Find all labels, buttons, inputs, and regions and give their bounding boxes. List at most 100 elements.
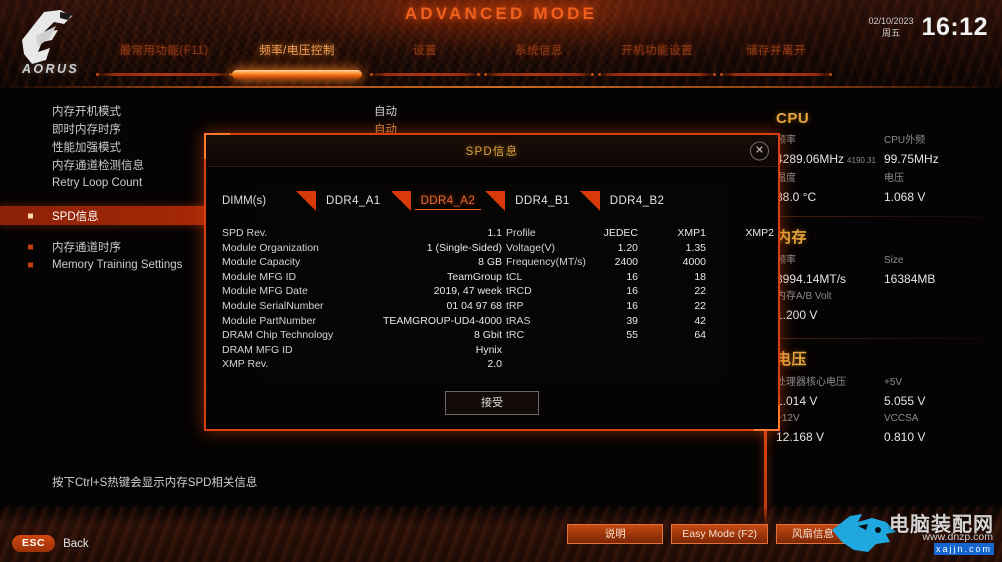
memory-spacer-value bbox=[884, 306, 1002, 324]
spd-key: Module MFG ID bbox=[222, 270, 297, 283]
spd-key: Module PartNumber bbox=[222, 314, 316, 327]
aorus-logo: AORUS bbox=[14, 6, 100, 78]
cpu-volt-label: 电压 bbox=[884, 173, 904, 184]
spd-value: 2019, 47 week bbox=[433, 285, 502, 298]
info-section-cpu: CPU 频率 CPU外频 4289.06MHz 4190.31 99.75MHz … bbox=[776, 110, 1002, 206]
spd-value: 1 (Single-Sided) bbox=[426, 241, 502, 254]
cpu-temp-value: 38.0 °C bbox=[776, 190, 817, 204]
tab-boot[interactable]: 开机功能设置 bbox=[598, 44, 716, 76]
setting-label: Retry Loop Count bbox=[52, 176, 143, 189]
profile-col-jedec: JEDEC bbox=[603, 227, 638, 239]
triangle-icon bbox=[485, 191, 506, 211]
memory-volt-value: 1.200 V bbox=[776, 308, 818, 322]
bullet-icon bbox=[28, 213, 33, 218]
vcore-label: 处理器核心电压 bbox=[776, 377, 846, 388]
profile-label: Profile bbox=[506, 227, 536, 239]
profile-key: Frequency(MT/s) bbox=[506, 256, 586, 269]
spd-profile-column: Profile JEDEC XMP1 XMP2 Voltage(V) 1.20 … bbox=[506, 227, 774, 344]
close-icon[interactable]: ✕ bbox=[750, 141, 769, 160]
tab-frequency-voltage[interactable]: 频率/电压控制 bbox=[232, 44, 362, 79]
info-section-voltage: 电压 处理器核心电压 +5V 1.014 V 5.055 V +12V VCCS… bbox=[776, 348, 1002, 446]
spd-key: DRAM Chip Technology bbox=[222, 329, 334, 342]
spd-value: TEAMGROUP-UD4-4000 bbox=[382, 314, 502, 327]
cpu-freq-main: 4289.06MHz bbox=[776, 152, 845, 166]
setting-row-memory-boot-mode[interactable]: 内存开机模式 自动 bbox=[0, 102, 760, 119]
watermark-url: www.dnzp.com bbox=[922, 531, 993, 543]
header-bar: ADVANCED MODE AORUS 最常用功能(F11) 频率/电压控制 设… bbox=[0, 0, 1002, 88]
tab-underline bbox=[598, 73, 716, 76]
dimm-slot-ddr4-b1[interactable]: DDR4_B1 bbox=[509, 193, 576, 209]
info-section-memory: 内存 频率 Size 3994.14MT/s 16384MB 内存A/B Vol… bbox=[776, 226, 1002, 324]
tab-favorites-label: 最常用功能(F11) bbox=[119, 45, 209, 57]
triangle-icon bbox=[390, 191, 411, 211]
esc-back-control[interactable]: ESC Back bbox=[12, 535, 89, 552]
spd-detail-column: SPD Rev. 1.1 Module Organization 1 (Sing… bbox=[222, 227, 502, 373]
profile-jedec-value: 16 bbox=[626, 299, 638, 312]
cpu-bclk-value: 99.75MHz bbox=[884, 152, 939, 166]
profile-xmp1-value: 1.35 bbox=[685, 241, 706, 254]
setting-label: 内存通道检测信息 bbox=[52, 159, 144, 172]
spd-value: 1.1 bbox=[487, 227, 502, 239]
profile-key: tRAS bbox=[506, 314, 531, 327]
v5-label: +5V bbox=[884, 377, 903, 388]
accept-button[interactable]: 接受 bbox=[445, 391, 539, 415]
footer-bar: ESC Back 说明 Easy Mode (F2) 风扇信息 (F6) 电脑装… bbox=[0, 506, 1002, 562]
tab-settings[interactable]: 设置 bbox=[370, 44, 480, 76]
setting-label: Memory Training Settings bbox=[52, 258, 183, 271]
tab-system-info[interactable]: 系统信息 bbox=[484, 44, 594, 76]
memory-size-label: Size bbox=[884, 255, 904, 266]
advanced-mode-title: ADVANCED MODE bbox=[404, 4, 598, 23]
spd-key: XMP Rev. bbox=[222, 358, 269, 371]
esc-back-label: Back bbox=[63, 537, 89, 550]
setting-value: 自动 bbox=[374, 105, 397, 118]
tab-system-info-label: 系统信息 bbox=[515, 45, 563, 57]
dimm-label: DIMM(s) bbox=[222, 195, 267, 207]
info-divider bbox=[776, 338, 988, 339]
dimm-slot-ddr4-a1[interactable]: DDR4_A1 bbox=[320, 193, 387, 209]
profile-jedec-value: 2400 bbox=[614, 256, 638, 269]
dialog-title: SPD信息 bbox=[465, 145, 519, 158]
profile-row-voltage: Voltage(V) 1.20 1.35 bbox=[506, 242, 768, 257]
triangle-icon bbox=[296, 191, 316, 211]
setting-label: 内存开机模式 bbox=[52, 105, 121, 118]
spd-value: 8 Gbit bbox=[473, 329, 502, 342]
dimm-selector-row: DIMM(s) DDR4_A1 DDR4_A2 DDR4_B1 DDR4_B2 bbox=[206, 181, 778, 221]
dialog-titlebar: SPD信息 ✕ bbox=[206, 135, 778, 167]
spd-row: Module Organization 1 (Single-Sided) bbox=[222, 242, 502, 257]
watermark-domain: xajjn.com bbox=[933, 543, 994, 555]
dimm-slot-ddr4-a2[interactable]: DDR4_A2 bbox=[414, 193, 482, 210]
spd-data-area: SPD Rev. 1.1 Module Organization 1 (Sing… bbox=[206, 227, 778, 395]
profile-key: tRP bbox=[506, 299, 524, 312]
tab-save-exit[interactable]: 储存并离开 bbox=[720, 44, 832, 76]
footer-buttons: 说明 Easy Mode (F2) 风扇信息 (F6) bbox=[567, 524, 872, 544]
tab-favorites[interactable]: 最常用功能(F11) bbox=[96, 44, 232, 76]
memory-size-value: 16384MB bbox=[884, 272, 936, 286]
dimm-slot-ddr4-b2[interactable]: DDR4_B2 bbox=[604, 193, 671, 209]
help-button[interactable]: 说明 bbox=[567, 524, 664, 544]
spd-key: Module Capacity bbox=[222, 256, 301, 269]
bios-screen: ADVANCED MODE AORUS 最常用功能(F11) 频率/电压控制 设… bbox=[0, 0, 1002, 562]
bullet-icon bbox=[28, 244, 33, 249]
spd-value: 01 04 97 68 bbox=[446, 299, 502, 312]
easy-mode-button[interactable]: Easy Mode (F2) bbox=[671, 524, 768, 544]
main-tabs: 最常用功能(F11) 频率/电压控制 设置 系统信息 开机功能设置 储存并离开 bbox=[96, 44, 832, 79]
spd-value: Hynix bbox=[475, 343, 502, 356]
triangle-icon bbox=[579, 191, 600, 211]
profile-header-row: Profile JEDEC XMP1 XMP2 bbox=[506, 227, 774, 242]
cpu-temp-label: 温度 bbox=[776, 173, 796, 184]
memory-volt-label: 内存A/B Volt bbox=[776, 291, 832, 302]
spd-key: DRAM MFG ID bbox=[222, 343, 293, 356]
weekday-text: 周五 bbox=[882, 28, 901, 38]
tab-underline bbox=[484, 73, 594, 76]
spd-row: DRAM Chip Technology 8 Gbit bbox=[222, 329, 502, 344]
clock-widget: 02/10/2023 周五 16:12 bbox=[869, 14, 989, 40]
spd-info-dialog: SPD信息 ✕ DIMM(s) DDR4_A1 DDR4_A2 DDR4_B1 … bbox=[204, 133, 780, 431]
memory-freq-value: 3994.14MT/s bbox=[776, 272, 847, 286]
tab-underline-active bbox=[232, 70, 362, 79]
tab-save-exit-label: 储存并离开 bbox=[746, 45, 806, 57]
tab-frequency-voltage-label: 频率/电压控制 bbox=[259, 45, 335, 57]
profile-xmp1-value: 22 bbox=[694, 299, 706, 312]
cpu-bclk-label: CPU外频 bbox=[884, 135, 926, 146]
spd-row: Module PartNumber TEAMGROUP-UD4-4000 bbox=[222, 315, 502, 330]
spd-row: XMP Rev. 2.0 bbox=[222, 358, 502, 373]
